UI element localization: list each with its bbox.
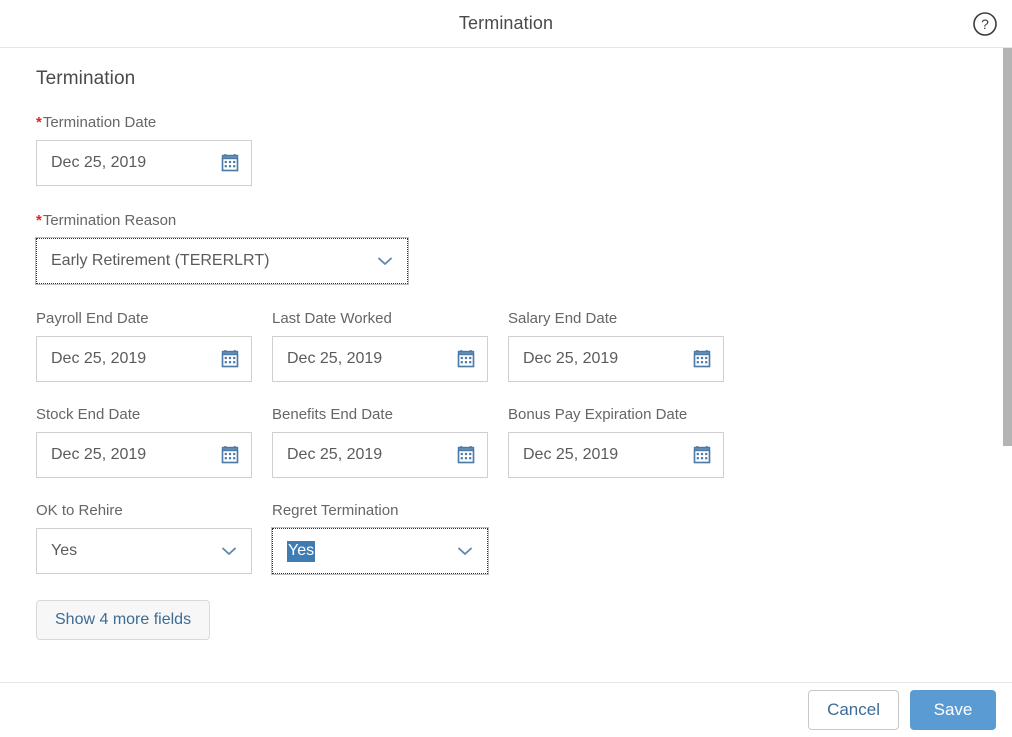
field-label-payroll-end-date: Payroll End Date — [36, 310, 149, 327]
required-asterisk: * — [36, 212, 42, 229]
field-label-stock-end-date: Stock End Date — [36, 406, 141, 423]
benefits-end-date-value: Dec 25, 2019 — [287, 446, 383, 463]
field-label-termination-reason: *Termination Reason — [36, 212, 1002, 230]
calendar-icon[interactable] — [221, 350, 239, 368]
calendar-glyph — [457, 350, 475, 368]
field-regret-termination: Regret Termination Yes — [271, 502, 489, 575]
payroll-end-date-value: Dec 25, 2019 — [51, 350, 147, 367]
regret-termination-value: Yes — [287, 540, 316, 562]
show-more-wrapper: Show 4 more fields — [36, 600, 1002, 640]
payroll-end-date-input[interactable]: Dec 25, 2019 — [36, 336, 252, 382]
field-stock-end-date: Stock End Date Dec 25, 2019 — [36, 406, 252, 478]
regret-termination-select[interactable]: Yes — [271, 527, 489, 575]
field-termination-reason: *Termination Reason Early Retirement (TE… — [35, 212, 1002, 285]
dialog-title: Termination — [458, 13, 554, 33]
salary-end-date-input[interactable]: Dec 25, 2019 — [508, 336, 724, 382]
dialog-body: Termination *Termination Date Dec 25, 20… — [0, 48, 1012, 682]
calendar-glyph — [221, 154, 239, 172]
field-ok-to-rehire: OK to Rehire Yes — [36, 502, 252, 574]
chevron-down-icon[interactable] — [455, 541, 475, 561]
chevron-down-glyph — [458, 547, 472, 555]
section-title: Termination — [36, 68, 136, 89]
bonus-pay-expiration-date-value: Dec 25, 2019 — [523, 446, 619, 463]
field-salary-end-date: Salary End Date Dec 25, 2019 — [508, 310, 724, 382]
termination-date-value: Dec 25, 2019 — [51, 154, 147, 171]
calendar-icon[interactable] — [221, 446, 239, 464]
help-circle-glyph: ? — [973, 11, 997, 36]
field-termination-date: *Termination Date Dec 25, 2019 — [36, 114, 1002, 186]
date-row-1: Payroll End Date Dec 25, 2019 Last Date … — [36, 310, 1002, 382]
termination-reason-select[interactable]: Early Retirement (TERERLRT) — [35, 237, 409, 285]
help-circle-icon[interactable]: ? — [970, 9, 1000, 39]
dialog-header: Termination ? — [0, 0, 1012, 48]
termination-reason-value: Early Retirement (TERERLRT) — [51, 252, 270, 269]
calendar-icon[interactable] — [221, 154, 239, 172]
label-text: Termination Date — [42, 114, 157, 131]
calendar-glyph — [221, 350, 239, 368]
calendar-glyph — [221, 446, 239, 464]
field-label-bonus-pay-expiration-date: Bonus Pay Expiration Date — [508, 406, 688, 423]
calendar-icon[interactable] — [457, 350, 475, 368]
field-last-date-worked: Last Date Worked Dec 25, 2019 — [272, 310, 488, 382]
show-more-fields-button[interactable]: Show 4 more fields — [36, 600, 211, 640]
calendar-icon[interactable] — [693, 446, 711, 464]
save-button[interactable]: Save — [910, 690, 996, 730]
termination-date-input[interactable]: Dec 25, 2019 — [36, 140, 252, 186]
last-date-worked-input[interactable]: Dec 25, 2019 — [272, 336, 488, 382]
field-label-termination-date: *Termination Date — [36, 114, 1002, 132]
vertical-scrollbar-thumb[interactable] — [1003, 48, 1012, 446]
stock-end-date-value: Dec 25, 2019 — [51, 446, 147, 463]
termination-form: Termination *Termination Date Dec 25, 20… — [0, 48, 1002, 682]
chevron-down-glyph — [222, 547, 236, 555]
benefits-end-date-input[interactable]: Dec 25, 2019 — [272, 432, 488, 478]
cancel-button[interactable]: Cancel — [808, 690, 899, 730]
ok-to-rehire-value: Yes — [51, 542, 78, 559]
field-payroll-end-date: Payroll End Date Dec 25, 2019 — [36, 310, 252, 382]
field-bonus-pay-expiration-date: Bonus Pay Expiration Date Dec 25, 2019 — [508, 406, 724, 478]
dialog-footer: Cancel Save — [0, 682, 1012, 737]
field-label-salary-end-date: Salary End Date — [508, 310, 618, 327]
calendar-glyph — [457, 446, 475, 464]
termination-dialog: Termination ? Termination *Termination D… — [0, 0, 1012, 737]
field-benefits-end-date: Benefits End Date Dec 25, 2019 — [272, 406, 488, 478]
calendar-icon[interactable] — [457, 446, 475, 464]
ok-to-rehire-select[interactable]: Yes — [36, 528, 252, 574]
calendar-glyph — [693, 350, 711, 368]
chevron-down-glyph — [378, 257, 392, 265]
calendar-icon[interactable] — [693, 350, 711, 368]
field-label-ok-to-rehire: OK to Rehire — [36, 502, 123, 519]
required-asterisk: * — [36, 114, 42, 131]
field-label-benefits-end-date: Benefits End Date — [272, 406, 393, 423]
calendar-glyph — [693, 446, 711, 464]
salary-end-date-value: Dec 25, 2019 — [523, 350, 619, 367]
stock-end-date-input[interactable]: Dec 25, 2019 — [36, 432, 252, 478]
date-row-2: Stock End Date Dec 25, 2019 Benefits End… — [36, 406, 1002, 478]
vertical-scrollbar-track[interactable] — [1002, 48, 1012, 682]
chevron-down-icon[interactable] — [219, 541, 239, 561]
label-text: Termination Reason — [42, 212, 177, 229]
chevron-down-icon[interactable] — [375, 251, 395, 271]
svg-text:?: ? — [981, 16, 989, 32]
bonus-pay-expiration-date-input[interactable]: Dec 25, 2019 — [508, 432, 724, 478]
field-label-last-date-worked: Last Date Worked — [272, 310, 392, 327]
last-date-worked-value: Dec 25, 2019 — [287, 350, 383, 367]
field-label-regret-termination: Regret Termination — [272, 502, 399, 519]
select-row: OK to Rehire Yes Regret Termination Yes — [36, 502, 1002, 575]
